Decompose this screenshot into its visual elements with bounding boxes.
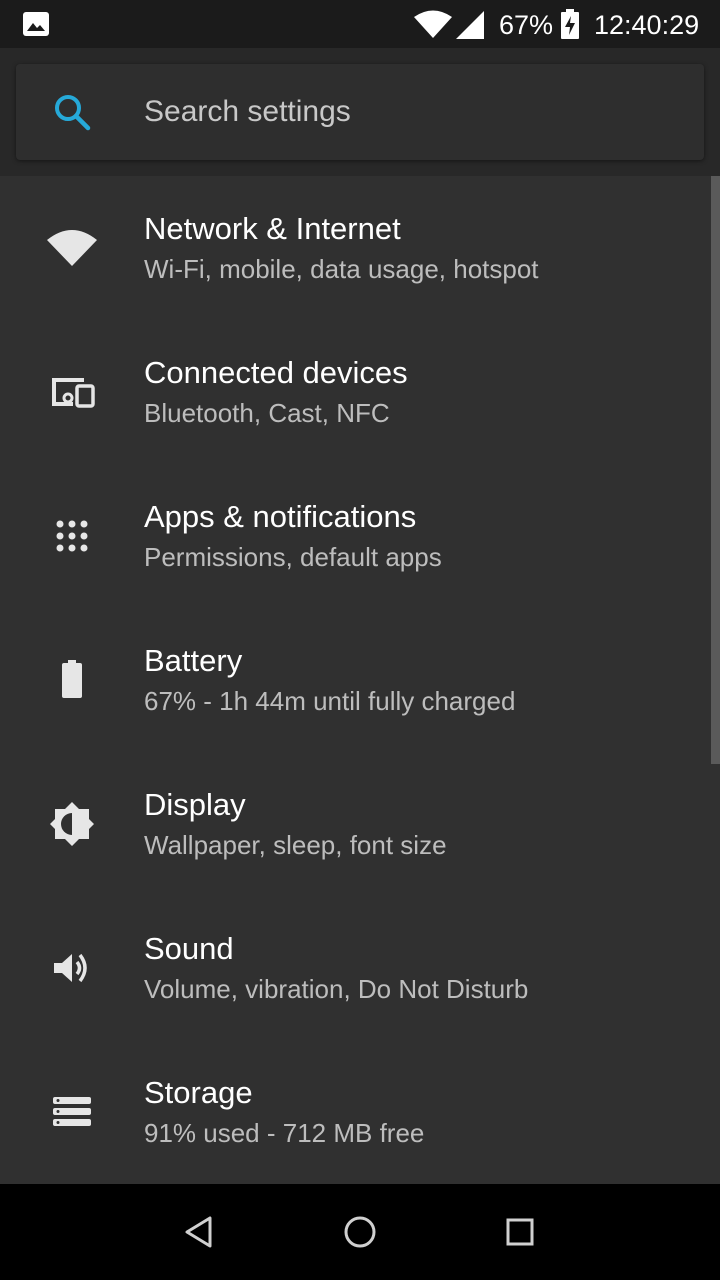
settings-list: Network & Internet Wi-Fi, mobile, data u… — [0, 176, 720, 1184]
wifi-icon — [47, 230, 97, 266]
settings-item-apps[interactable]: Apps & notifications Permissions, defaul… — [0, 464, 710, 608]
image-notification-icon — [23, 12, 49, 36]
back-icon[interactable] — [180, 1212, 220, 1252]
battery-percentage: 67% — [499, 10, 554, 40]
search-bar[interactable]: Search settings — [16, 64, 704, 160]
settings-item-connected-devices[interactable]: Connected devices Bluetooth, Cast, NFC — [0, 320, 710, 464]
search-area: Search settings — [0, 48, 720, 176]
settings-item-sound[interactable]: Sound Volume, vibration, Do Not Disturb — [0, 896, 710, 1040]
apps-grid-icon — [56, 520, 88, 552]
storage-icon — [53, 1097, 91, 1126]
settings-item-summary: Permissions, default apps — [144, 542, 442, 572]
clock: 12:40:29 — [594, 10, 700, 40]
settings-item-storage[interactable]: Storage 91% used - 712 MB free — [0, 1040, 710, 1184]
home-icon[interactable] — [340, 1212, 380, 1252]
status-bar: 67% 12:40:29 — [0, 0, 720, 48]
settings-item-title: Storage — [144, 1075, 253, 1110]
search-icon[interactable] — [52, 92, 92, 132]
settings-item-summary: Bluetooth, Cast, NFC — [144, 398, 390, 428]
settings-item-summary: Wallpaper, sleep, font size — [144, 830, 447, 860]
settings-item-title: Connected devices — [144, 355, 408, 390]
battery-icon — [62, 660, 82, 698]
settings-item-display[interactable]: Display Wallpaper, sleep, font size — [0, 752, 710, 896]
settings-item-title: Battery — [144, 643, 243, 678]
cell-signal-icon — [456, 11, 484, 39]
settings-item-summary: Volume, vibration, Do Not Disturb — [144, 974, 529, 1004]
navigation-bar — [0, 1184, 720, 1280]
volume-icon — [54, 953, 87, 983]
settings-screen: 67% 12:40:29 Search settings Network & I… — [0, 0, 720, 1280]
battery-charging-icon — [561, 9, 579, 39]
devices-icon — [52, 378, 95, 408]
settings-item-summary: Wi-Fi, mobile, data usage, hotspot — [144, 254, 539, 284]
settings-item-network[interactable]: Network & Internet Wi-Fi, mobile, data u… — [0, 176, 710, 320]
settings-item-title: Network & Internet — [144, 211, 401, 246]
settings-item-summary: 67% - 1h 44m until fully charged — [144, 686, 516, 716]
settings-item-title: Display — [144, 787, 246, 822]
recents-icon[interactable] — [500, 1212, 540, 1252]
scrollbar[interactable] — [711, 176, 720, 764]
settings-item-summary: 91% used - 712 MB free — [144, 1118, 425, 1148]
settings-item-battery[interactable]: Battery 67% - 1h 44m until fully charged — [0, 608, 710, 752]
search-placeholder[interactable]: Search settings — [144, 94, 351, 130]
settings-item-title: Apps & notifications — [144, 499, 417, 534]
brightness-icon — [50, 802, 94, 846]
wifi-icon — [414, 10, 452, 38]
settings-item-title: Sound — [144, 931, 234, 966]
